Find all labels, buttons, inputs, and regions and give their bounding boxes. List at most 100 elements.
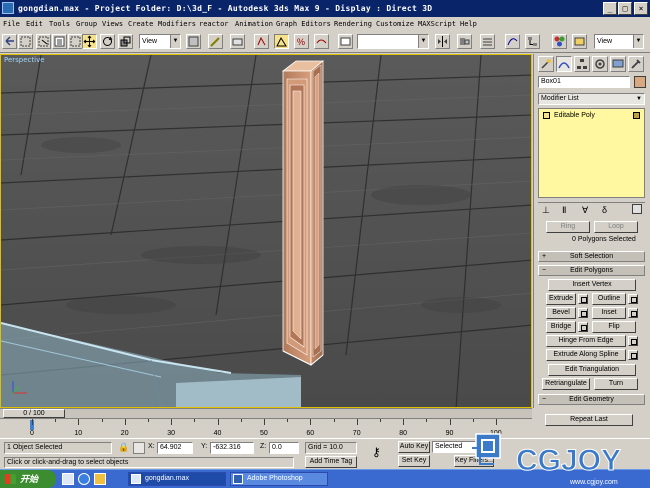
auto-key-button[interactable]: Auto Key xyxy=(398,441,430,453)
menu-edit[interactable]: Edit xyxy=(26,17,43,31)
inset-button[interactable]: Inset xyxy=(592,307,626,319)
time-slider[interactable]: 0 / 100 xyxy=(0,408,532,418)
stack-toggle-icon[interactable] xyxy=(633,112,640,119)
outline-button[interactable]: Outline xyxy=(592,293,626,305)
modify-tab-icon[interactable] xyxy=(556,56,572,72)
rollout-edit-polygons[interactable]: − Edit Polygons xyxy=(538,265,645,276)
outline-settings-icon[interactable] xyxy=(628,294,638,304)
named-selection-dropdown[interactable]: ▼ xyxy=(357,34,429,49)
object-name-field[interactable]: Box01 xyxy=(538,76,630,88)
schematic-view-icon[interactable] xyxy=(525,34,540,49)
menu-customize[interactable]: Customize xyxy=(376,17,414,31)
quicklaunch-folder-icon[interactable] xyxy=(94,473,106,485)
configure-sets-icon[interactable] xyxy=(632,204,642,214)
menu-views[interactable]: Views xyxy=(102,17,123,31)
select-by-name-icon[interactable] xyxy=(52,34,67,49)
z-coordinate-field[interactable]: 0.0 xyxy=(269,442,299,454)
y-coordinate-field[interactable]: -632.316 xyxy=(210,442,254,454)
add-time-tag-button[interactable]: Add Time Tag xyxy=(305,456,357,468)
create-tab-icon[interactable] xyxy=(538,56,554,72)
menu-animation[interactable]: Animation xyxy=(235,17,273,31)
keyboard-shortcut-icon[interactable] xyxy=(230,34,245,49)
viewport-label[interactable]: Perspective xyxy=(4,56,45,64)
inset-settings-icon[interactable] xyxy=(628,308,638,318)
menu-group[interactable]: Group xyxy=(76,17,97,31)
maximize-button[interactable]: □ xyxy=(618,2,632,15)
absolute-mode-icon[interactable] xyxy=(133,442,145,454)
select-link-icon[interactable] xyxy=(18,34,33,49)
menu-file[interactable]: File xyxy=(3,17,20,31)
menu-rendering[interactable]: Rendering xyxy=(334,17,372,31)
pin-stack-icon[interactable]: ⊥ xyxy=(542,205,550,216)
render-view-dropdown[interactable]: View ▼ xyxy=(594,34,644,49)
set-key-button[interactable]: Set Key xyxy=(398,455,430,467)
quicklaunch-ie-icon[interactable] xyxy=(78,473,90,485)
curve-editor-icon[interactable] xyxy=(505,34,520,49)
menu-maxscript[interactable]: MAXScript xyxy=(418,17,456,31)
extrude-spline-settings-icon[interactable] xyxy=(628,350,638,360)
expand-icon[interactable] xyxy=(543,112,550,119)
menu-tools[interactable]: Tools xyxy=(49,17,70,31)
rollout-edit-geometry[interactable]: − Edit Geometry xyxy=(538,394,645,405)
menu-create[interactable]: Create xyxy=(128,17,153,31)
mirror-icon[interactable] xyxy=(435,34,450,49)
menu-modifiers[interactable]: Modifiers xyxy=(158,17,196,31)
extrude-along-spline-button[interactable]: Extrude Along Spline xyxy=(546,349,626,361)
turn-button[interactable]: Turn xyxy=(594,378,638,390)
hinge-settings-icon[interactable] xyxy=(628,336,638,346)
hinge-from-edge-button[interactable]: Hinge From Edge xyxy=(546,335,626,347)
extrude-button[interactable]: Extrude xyxy=(546,293,576,305)
close-button[interactable]: × xyxy=(634,2,648,15)
extrude-settings-icon[interactable] xyxy=(578,294,588,304)
utilities-tab-icon[interactable] xyxy=(628,56,644,72)
object-color-swatch[interactable] xyxy=(634,76,646,88)
menu-reactor[interactable]: reactor xyxy=(199,17,229,31)
modifier-list-dropdown[interactable]: Modifier List ▼ xyxy=(538,93,645,105)
percent-snap-icon[interactable]: % xyxy=(294,34,309,49)
loop-button[interactable]: Loop xyxy=(594,221,638,233)
bevel-button[interactable]: Bevel xyxy=(546,307,576,319)
motion-tab-icon[interactable] xyxy=(592,56,608,72)
start-button[interactable]: 开始 xyxy=(0,470,56,488)
snap-toggle-icon[interactable] xyxy=(254,34,269,49)
lock-selection-icon[interactable]: 🔒 xyxy=(118,442,129,453)
perspective-viewport[interactable]: Perspective xyxy=(0,54,532,408)
ring-button[interactable]: Ring xyxy=(546,221,590,233)
x-coordinate-field[interactable]: 64.902 xyxy=(157,442,193,454)
stack-item-editable-poly[interactable]: Editable Poly xyxy=(541,111,642,121)
pivot-icon[interactable] xyxy=(186,34,201,49)
spinner-snap-icon[interactable] xyxy=(314,34,329,49)
menu-graph-editors[interactable]: Graph Editors xyxy=(276,17,331,31)
layer-manager-icon[interactable] xyxy=(480,34,495,49)
render-scene-icon[interactable] xyxy=(572,34,587,49)
minimize-button[interactable]: _ xyxy=(603,2,617,15)
bridge-settings-icon[interactable] xyxy=(578,322,588,332)
taskbar-item-photoshop[interactable]: Adobe Photoshop xyxy=(230,472,328,486)
make-unique-icon[interactable]: ∀ xyxy=(582,205,588,216)
angle-snap-icon[interactable] xyxy=(274,34,289,49)
retriangulate-button[interactable]: Retriangulate xyxy=(542,378,590,390)
hierarchy-tab-icon[interactable] xyxy=(574,56,590,72)
scale-icon[interactable] xyxy=(118,34,133,49)
quicklaunch-desktop-icon[interactable] xyxy=(62,473,74,485)
bridge-button[interactable]: Bridge xyxy=(546,321,576,333)
time-slider-thumb[interactable]: 0 / 100 xyxy=(3,409,65,418)
material-editor-icon[interactable] xyxy=(552,34,567,49)
show-end-result-icon[interactable]: Ⅱ xyxy=(562,205,566,216)
taskbar-item-3dsmax[interactable]: gongdian.max xyxy=(128,472,226,486)
remove-modifier-icon[interactable]: δ xyxy=(602,205,607,215)
rotate-icon[interactable] xyxy=(100,34,115,49)
align-icon[interactable] xyxy=(457,34,472,49)
repeat-last-button[interactable]: Repeat Last xyxy=(545,414,633,426)
menu-help[interactable]: Help xyxy=(460,17,477,31)
move-icon[interactable] xyxy=(82,34,97,49)
select-object-icon[interactable] xyxy=(36,34,51,49)
flip-button[interactable]: Flip xyxy=(592,321,636,333)
rollout-soft-selection[interactable]: + Soft Selection xyxy=(538,251,645,262)
edit-triangulation-button[interactable]: Edit Triangulation xyxy=(548,364,636,376)
bevel-settings-icon[interactable] xyxy=(578,308,588,318)
rect-selection-icon[interactable] xyxy=(68,34,83,49)
select-manipulate-icon[interactable] xyxy=(208,34,223,49)
insert-vertex-button[interactable]: Insert Vertex xyxy=(548,279,636,291)
key-icon[interactable]: ⚷ xyxy=(372,446,381,458)
